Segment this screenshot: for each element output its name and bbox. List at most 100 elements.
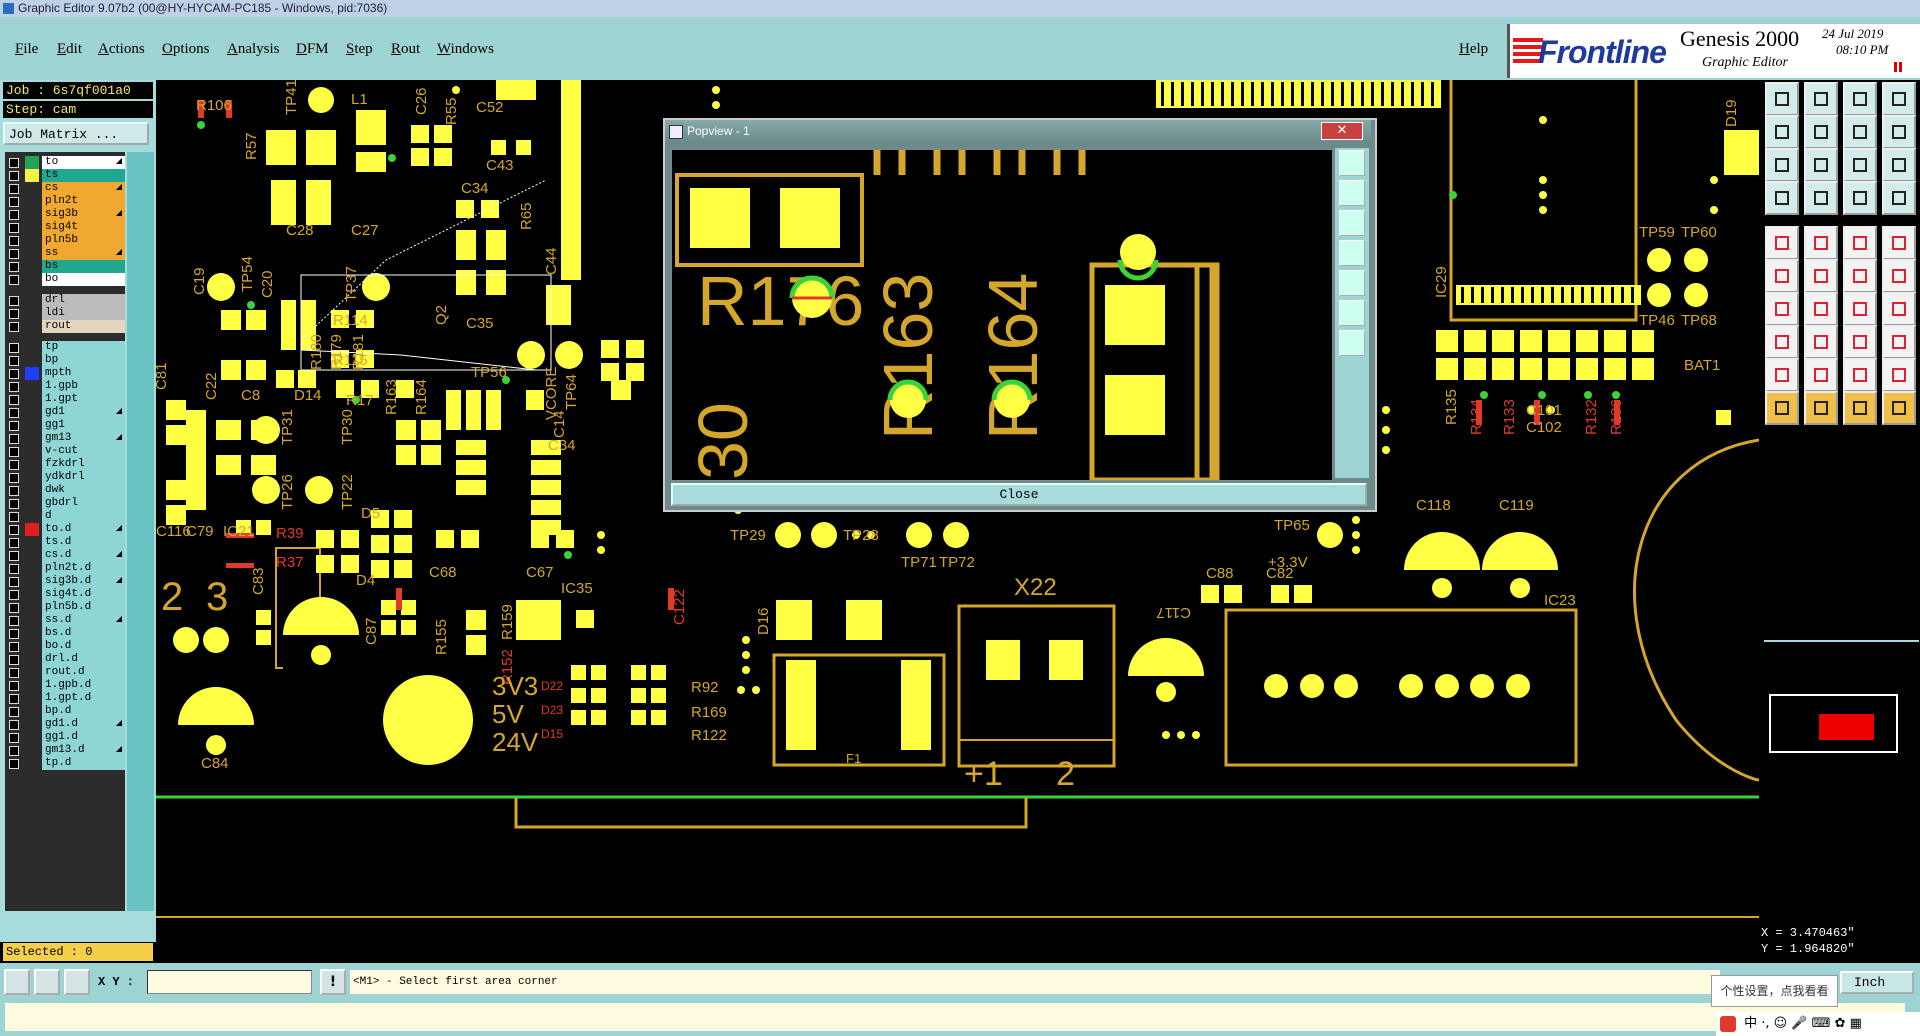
layer-checkbox[interactable] [9,499,19,509]
popview-center-icon[interactable] [1339,300,1365,326]
layer-row[interactable]: ss ◢ [5,247,125,260]
layer-row[interactable]: gd1.d ◢ [5,718,125,731]
arc-icon[interactable] [1843,259,1877,293]
layer-checkbox[interactable] [9,249,19,259]
layer-checkbox[interactable] [9,668,19,678]
layer-color-swatch[interactable] [25,653,39,666]
route-icon[interactable] [1882,259,1916,293]
layer-row[interactable]: tp [5,341,125,354]
layer-color-swatch[interactable] [25,523,39,536]
rotate-icon[interactable] [1843,292,1877,326]
layer-checkbox[interactable] [9,681,19,691]
resize-icon[interactable] [1843,325,1877,359]
layer-row[interactable]: rout [5,320,125,333]
layer-checkbox[interactable] [9,746,19,756]
layer-name[interactable]: tp.d [42,757,125,770]
layer-checkbox[interactable] [9,395,19,405]
layer-row[interactable]: 1.gpb.d [5,679,125,692]
layer-checkbox[interactable] [9,655,19,665]
layer-checkbox[interactable] [9,223,19,233]
layer-color-swatch[interactable] [25,731,39,744]
layer-name[interactable]: gg1 [42,419,125,432]
layer-name[interactable]: cs.d ◢ [42,549,125,562]
layer-checkbox[interactable] [9,158,19,168]
menu-options[interactable]: Options [162,41,210,58]
alert-icon[interactable]: ! [320,969,346,995]
layer-checkbox[interactable] [9,512,19,522]
layer-name[interactable]: gm13.d ◢ [42,744,125,757]
layer-color-swatch[interactable] [25,354,39,367]
layer-name[interactable]: sig4t.d [42,588,125,601]
layer-row[interactable]: sig3b ◢ [5,208,125,221]
layer-row[interactable]: sig3b.d ◢ [5,575,125,588]
layer-color-swatch[interactable] [25,341,39,354]
layer-color-swatch[interactable] [25,182,39,195]
layer-color-swatch[interactable] [25,195,39,208]
home-icon[interactable] [1843,82,1877,116]
layer-name[interactable]: pln2t [42,195,125,208]
layer-color-swatch[interactable] [25,156,39,169]
popview-titlebar[interactable]: Popview - 1 ✕ [665,120,1371,142]
layer-name[interactable]: d [42,510,125,523]
layer-color-swatch[interactable] [25,757,39,770]
triangle-icon[interactable] [1765,358,1799,392]
layer-checkbox[interactable] [9,356,19,366]
layer-color-swatch[interactable] [25,484,39,497]
popview-close-button[interactable]: Close [671,483,1367,506]
popview-zoom-out-icon[interactable] [1339,210,1365,236]
layer-name[interactable]: bp.d [42,705,125,718]
layer-checkbox[interactable] [9,210,19,220]
menu-actions[interactable]: Actions [98,41,145,58]
layer-row[interactable]: drl.d [5,653,125,666]
snap-icon[interactable] [1843,181,1877,215]
layer-name[interactable]: rout [42,320,125,333]
layer-color-swatch[interactable] [25,575,39,588]
layer-name[interactable]: pln2t.d [42,562,125,575]
layer-row[interactable]: bp [5,354,125,367]
units-button[interactable]: Inch [1840,971,1914,994]
layer-checkbox[interactable] [9,759,19,769]
layer-row[interactable]: 1.gpt.d [5,692,125,705]
layer-row[interactable]: 1.gpb [5,380,125,393]
layer-row[interactable]: pln2t.d [5,562,125,575]
layer-checkbox[interactable] [9,369,19,379]
layer-row[interactable]: pln5b.d [5,601,125,614]
layer-name[interactable]: gd1 ◢ [42,406,125,419]
layer-row[interactable]: d [5,510,125,523]
layer-color-swatch[interactable] [25,367,39,380]
center-icon[interactable] [1804,148,1838,182]
menu-edit[interactable]: Edit [57,41,82,58]
layer-checkbox[interactable] [9,197,19,207]
popview-window[interactable]: Popview - 1 ✕ R176 R163 R164 30 Close [663,118,1377,512]
grid-icon[interactable] [64,969,90,995]
layer-name[interactable]: tp [42,341,125,354]
job-matrix-button[interactable]: Job Matrix ... [3,122,149,145]
layer-name[interactable]: ts [42,169,125,182]
pointer-snap-icon[interactable] [1882,391,1916,425]
pad-icon[interactable] [1882,226,1916,260]
layer-checkbox[interactable] [9,551,19,561]
question-icon[interactable] [1882,148,1916,182]
zoom-window-icon[interactable] [4,969,30,995]
layer-name[interactable]: ydkdrl [42,471,125,484]
zoom-window-icon[interactable] [1843,115,1877,149]
layer-name[interactable]: 1.gpb.d [42,679,125,692]
layer-row[interactable]: gbdrl [5,497,125,510]
popview-zoom-fit-icon[interactable] [1339,150,1365,176]
line-icon[interactable] [1765,292,1799,326]
layer-color-swatch[interactable] [25,169,39,182]
layer-color-swatch[interactable] [25,614,39,627]
layer-row[interactable]: cs ◢ [5,182,125,195]
layer-checkbox[interactable] [9,236,19,246]
layer-row[interactable]: ts [5,169,125,182]
layer-checkbox[interactable] [9,322,19,332]
layer-color-swatch[interactable] [25,208,39,221]
layer-color-swatch[interactable] [25,510,39,523]
layer-row[interactable]: bs.d [5,627,125,640]
layer-row[interactable]: mpth [5,367,125,380]
menu-dfm[interactable]: DFM [296,41,329,58]
layer-color-swatch[interactable] [25,234,39,247]
layer-color-swatch[interactable] [25,307,39,320]
move-up-icon[interactable] [1765,82,1799,116]
layer-checkbox[interactable] [9,275,19,285]
